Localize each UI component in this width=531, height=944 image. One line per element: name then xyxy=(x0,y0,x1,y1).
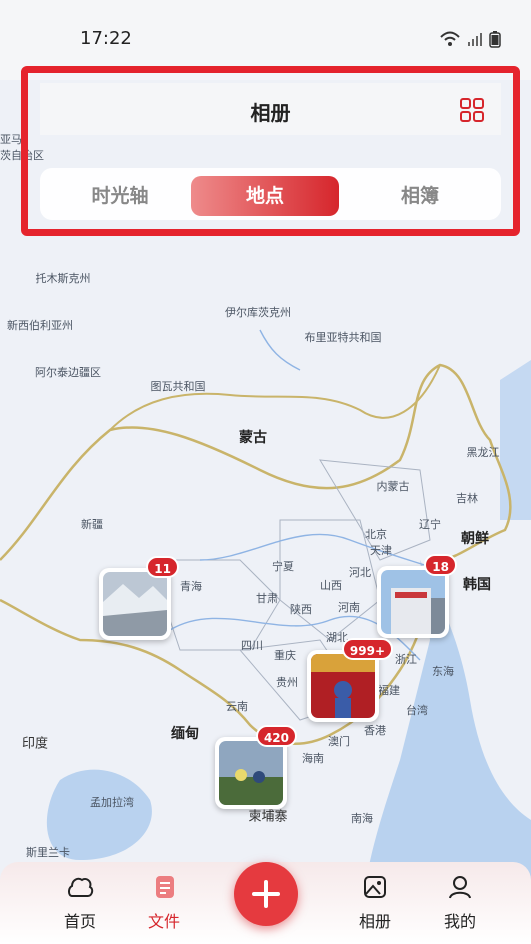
map-label: 阿尔泰边疆区 xyxy=(35,366,101,379)
map-label: 印度 xyxy=(21,736,49,752)
photo-thumbnail xyxy=(311,654,375,718)
nav-home[interactable]: 首页 xyxy=(50,874,110,932)
album-header: 相册 时光轴 地点 相簿 xyxy=(28,73,513,229)
add-button[interactable] xyxy=(234,862,298,926)
map-label: 布里亚特共和国 xyxy=(304,331,382,344)
view-tabs: 时光轴 地点 相簿 xyxy=(40,168,501,220)
map-label: 贵州 xyxy=(276,676,298,689)
map-label: 东海 xyxy=(432,665,454,678)
map-label: 斯里兰卡 xyxy=(26,846,70,859)
profile-icon xyxy=(447,876,473,904)
grid-icon[interactable] xyxy=(459,97,485,123)
tab-timeline[interactable]: 时光轴 xyxy=(50,176,190,216)
photo-thumbnail xyxy=(103,572,167,636)
map-label: 香港 xyxy=(364,724,386,737)
signal-icon xyxy=(467,31,483,51)
map-label: 甘肃 xyxy=(256,592,278,605)
nav-file[interactable]: 文件 xyxy=(134,874,194,932)
status-icons xyxy=(439,30,501,52)
photo-pin-xizang[interactable]: 11 xyxy=(99,556,179,640)
map-label: 新西伯利亚州 xyxy=(7,319,73,332)
map-label: 托木斯克州 xyxy=(35,272,91,285)
map-label: 南海 xyxy=(351,812,373,825)
map-label: 青海 xyxy=(180,580,202,593)
map-label: 澳门 xyxy=(328,735,350,748)
map-label: 河南 xyxy=(338,601,360,614)
photo-count-badge: 11 xyxy=(146,556,179,578)
map-label: 宁夏 xyxy=(272,560,294,573)
map-label: 陕西 xyxy=(290,603,312,616)
photo-thumbnail xyxy=(381,570,445,634)
map-label: 韩国 xyxy=(463,577,491,593)
status-bar: 17:22 xyxy=(0,0,531,80)
photo-thumbnail xyxy=(219,741,283,805)
map-label: 北京 xyxy=(365,528,387,541)
map-label: 河北 xyxy=(349,566,371,579)
map-label: 海南 xyxy=(302,752,324,765)
map-label: 缅甸 xyxy=(171,726,199,742)
map-label: 新疆 xyxy=(81,518,103,531)
map-label: 图瓦共和国 xyxy=(150,380,206,393)
home-icon xyxy=(66,877,94,904)
file-icon xyxy=(151,876,177,904)
map-label: 重庆 xyxy=(274,649,296,662)
wifi-icon xyxy=(439,31,461,51)
photo-count-badge: 999+ xyxy=(341,638,393,660)
photo-pin-vietnam[interactable]: 420 xyxy=(215,725,297,809)
map-label: 云南 xyxy=(226,700,248,713)
tab-albums[interactable]: 相簿 xyxy=(348,176,492,216)
photo-count-badge: 18 xyxy=(424,554,457,576)
map-label: 辽宁 xyxy=(419,518,441,531)
title-row: 相册 xyxy=(40,83,501,135)
map-label: 天津 xyxy=(370,544,392,557)
nav-album[interactable]: 相册 xyxy=(345,874,405,932)
map-label: 内蒙古 xyxy=(376,480,410,493)
map-label: 吉林 xyxy=(456,492,478,505)
photo-count-badge: 420 xyxy=(255,725,297,747)
map-label: 福建 xyxy=(378,684,400,697)
nav-label: 我的 xyxy=(443,912,476,931)
map-label: 台湾 xyxy=(406,704,428,717)
map-label: 黑龙江 xyxy=(466,446,500,459)
photo-pin-shanghai[interactable]: 18 xyxy=(377,554,457,638)
map-label: 山西 xyxy=(320,579,342,592)
map-label: 浙江 xyxy=(395,653,417,666)
photo-pin-guangdong[interactable]: 999+ xyxy=(307,638,393,722)
battery-icon xyxy=(489,30,501,52)
album-icon xyxy=(362,876,388,904)
page-title: 相册 xyxy=(250,101,291,125)
nav-label: 相册 xyxy=(358,912,391,931)
tab-location[interactable]: 地点 xyxy=(191,176,339,216)
status-time: 17:22 xyxy=(80,28,132,49)
nav-label: 首页 xyxy=(63,912,96,931)
map-label: 伊尔库茨克州 xyxy=(225,306,291,319)
map-label: 蒙古 xyxy=(239,430,267,446)
plus-icon xyxy=(234,880,298,930)
nav-label: 文件 xyxy=(147,912,180,931)
map-label: 四川 xyxy=(241,639,263,652)
nav-profile[interactable]: 我的 xyxy=(430,874,490,932)
map-label: 孟加拉湾 xyxy=(90,796,134,809)
map-label: 朝鲜 xyxy=(461,531,489,547)
